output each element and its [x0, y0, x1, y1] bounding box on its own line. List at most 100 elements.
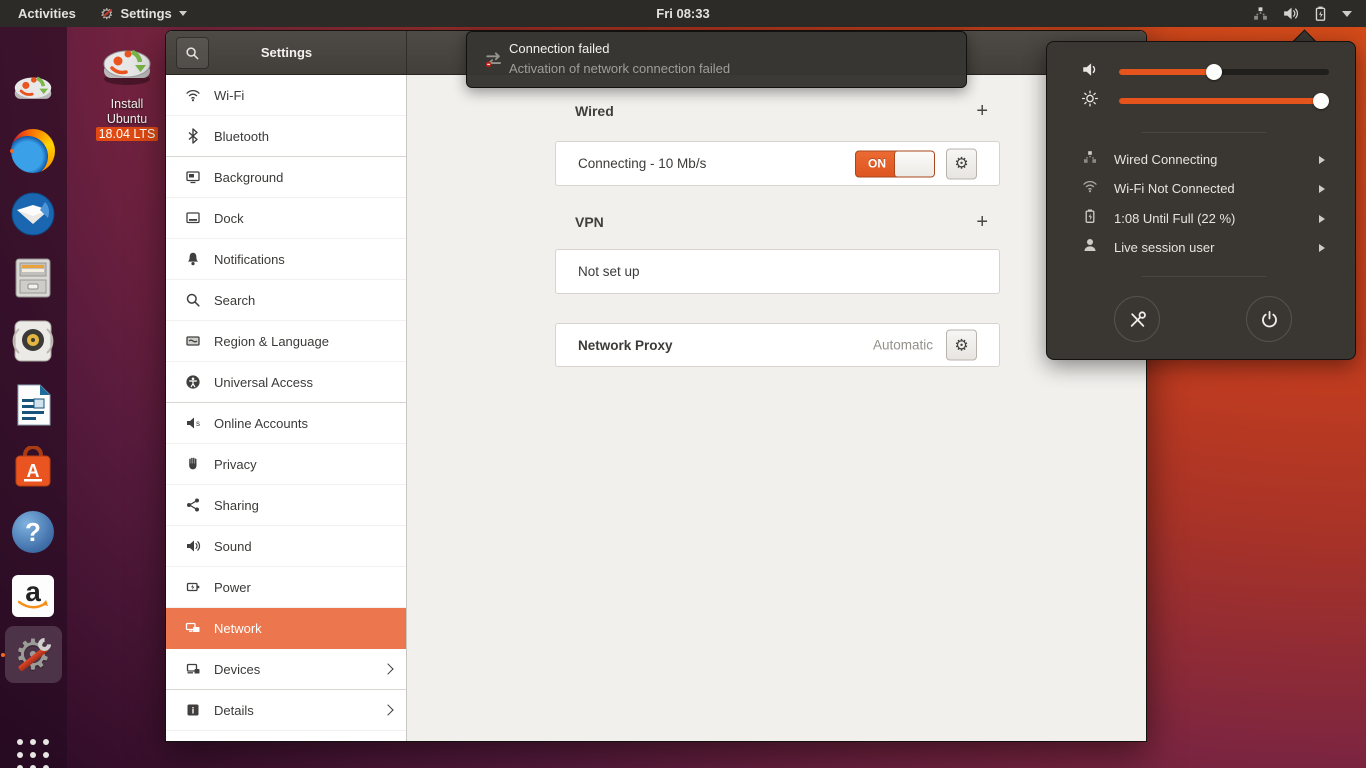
- wired-section-header: Wired +: [555, 101, 1000, 121]
- submenu-arrow-icon: [1319, 155, 1325, 164]
- wired-network-icon: [1254, 7, 1267, 20]
- sidebar-item-bluetooth[interactable]: Bluetooth: [166, 116, 406, 157]
- search-icon: [185, 292, 201, 308]
- dock-item-app-grid[interactable]: [9, 731, 57, 768]
- sharing-icon: [185, 497, 201, 513]
- sidebar-item-label: Power: [214, 579, 251, 595]
- clock[interactable]: Fri 08:33: [0, 0, 1366, 27]
- power-icon: [185, 579, 201, 595]
- sidebar-item-search[interactable]: Search: [166, 280, 406, 321]
- sidebar-item-sharing[interactable]: Sharing: [166, 485, 406, 526]
- svg-text:i: i: [192, 706, 195, 716]
- power-button[interactable]: [1246, 296, 1292, 342]
- svg-text:s: s: [196, 419, 200, 428]
- sidebar-item-online-accounts[interactable]: s Online Accounts: [166, 403, 406, 444]
- region-language-icon: [185, 333, 201, 349]
- install-ubuntu-desktop-icon[interactable]: Install Ubuntu 18.04 LTS: [86, 38, 168, 142]
- sidebar-item-label: Network: [214, 620, 262, 636]
- svg-text:A: A: [27, 461, 40, 481]
- sidebar-item-details[interactable]: i Details: [166, 690, 406, 731]
- menu-item-user[interactable]: Live session user: [1047, 233, 1355, 262]
- settings-tools-icon: ⚙: [10, 632, 56, 678]
- system-tray[interactable]: [1246, 0, 1358, 27]
- sidebar-item-devices[interactable]: Devices: [166, 649, 406, 690]
- menu-item-label: Wi-Fi Not Connected: [1114, 181, 1235, 196]
- chevron-right-icon: [382, 663, 394, 675]
- running-indicator-dot: [10, 149, 14, 153]
- user-icon: [1081, 237, 1099, 258]
- sidebar-item-wifi[interactable]: Wi-Fi: [166, 75, 406, 116]
- online-accounts-icon: s: [185, 415, 201, 431]
- wired-toggle[interactable]: ON: [855, 150, 935, 177]
- menu-item-label: Live session user: [1114, 240, 1215, 255]
- add-wired-connection-button[interactable]: +: [976, 101, 1000, 121]
- sidebar-item-label: Devices: [214, 661, 261, 677]
- system-settings-button[interactable]: [1114, 296, 1160, 342]
- network-proxy-row[interactable]: Network Proxy Automatic ⚙: [555, 323, 1000, 367]
- menu-separator: [1142, 276, 1266, 277]
- devices-icon: [185, 661, 201, 677]
- amazon-smile-icon: [18, 600, 48, 609]
- sidebar-item-notifications[interactable]: Notifications: [166, 239, 406, 280]
- menu-item-battery[interactable]: 1:08 Until Full (22 %): [1047, 204, 1355, 233]
- volume-icon: [1081, 61, 1099, 84]
- dock-item-thunderbird[interactable]: [9, 190, 57, 238]
- menu-item-wired[interactable]: Wired Connecting: [1047, 145, 1355, 174]
- sidebar-item-label: Background: [214, 169, 284, 185]
- sidebar-item-sound[interactable]: Sound: [166, 526, 406, 567]
- volume-slider-knob[interactable]: [1205, 64, 1222, 80]
- bluetooth-icon: [185, 128, 201, 144]
- menu-item-wifi[interactable]: Wi-Fi Not Connected: [1047, 174, 1355, 203]
- sidebar-item-region-language[interactable]: Region & Language: [166, 321, 406, 362]
- dock-item-help[interactable]: ?: [9, 508, 57, 556]
- sidebar-header: Settings: [166, 31, 407, 75]
- sidebar-item-background[interactable]: Background: [166, 157, 406, 198]
- sidebar-item-power[interactable]: Power: [166, 567, 406, 608]
- dock-item-ubuntu-installer[interactable]: [9, 63, 57, 111]
- submenu-arrow-icon: [1319, 243, 1325, 252]
- sidebar-item-label: Search: [214, 292, 256, 308]
- amazon-icon: a: [12, 575, 54, 617]
- running-indicator-dot: [1, 653, 5, 657]
- sidebar-item-privacy[interactable]: Privacy: [166, 444, 406, 485]
- chevron-down-icon: [1342, 10, 1352, 17]
- toggle-knob: [894, 151, 934, 176]
- brightness-slider[interactable]: [1119, 93, 1329, 109]
- wired-settings-gear-button[interactable]: ⚙: [946, 148, 977, 179]
- dock-item-ubuntu-software[interactable]: A: [9, 444, 57, 492]
- wifi-icon: [1081, 178, 1099, 199]
- brightness-slider-row: [1047, 88, 1355, 114]
- wifi-icon: [185, 87, 201, 103]
- ubuntu-installer-icon: [14, 76, 52, 99]
- volume-icon: [1284, 7, 1298, 20]
- sidebar-item-label: Dock: [214, 210, 244, 226]
- vpn-row[interactable]: Not set up: [555, 249, 1000, 294]
- menu-item-label: 1:08 Until Full (22 %): [1114, 211, 1236, 226]
- sidebar-item-label: Sharing: [214, 497, 259, 513]
- sidebar-item-dock[interactable]: Dock: [166, 198, 406, 239]
- wired-network-icon: [1081, 149, 1099, 170]
- dock-item-files[interactable]: [9, 254, 57, 302]
- dock-item-amazon[interactable]: a: [9, 572, 57, 620]
- brightness-slider-knob[interactable]: [1312, 93, 1329, 109]
- dock-item-settings-tools[interactable]: ⚙: [1, 626, 62, 683]
- sidebar-item-network[interactable]: Network: [166, 608, 406, 649]
- dock-item-rhythmbox[interactable]: [9, 317, 57, 365]
- volume-slider[interactable]: [1119, 64, 1329, 80]
- dock-item-firefox[interactable]: [9, 127, 57, 175]
- toast-title: Connection failed: [509, 41, 610, 56]
- sidebar-item-universal-access[interactable]: Universal Access: [166, 362, 406, 403]
- settings-window: Settings Wi-Fi Bluetooth Background Dock…: [165, 30, 1147, 742]
- proxy-settings-gear-button[interactable]: ⚙: [946, 329, 977, 361]
- dock-item-libreoffice-writer[interactable]: [9, 381, 57, 429]
- sidebar-item-label: Details: [214, 702, 254, 718]
- add-vpn-button[interactable]: +: [976, 212, 1000, 232]
- privacy-icon: [185, 456, 201, 472]
- app-grid-icon: [17, 739, 49, 768]
- chevron-right-icon: [382, 704, 394, 716]
- notification-toast[interactable]: Connection failed Activation of network …: [466, 31, 967, 88]
- volume-slider-row: [1047, 59, 1355, 85]
- sidebar-item-label: Bluetooth: [214, 128, 269, 144]
- wired-connection-row[interactable]: Connecting - 10 Mb/s ON ⚙: [555, 141, 1000, 186]
- toggle-on-label: ON: [868, 156, 886, 170]
